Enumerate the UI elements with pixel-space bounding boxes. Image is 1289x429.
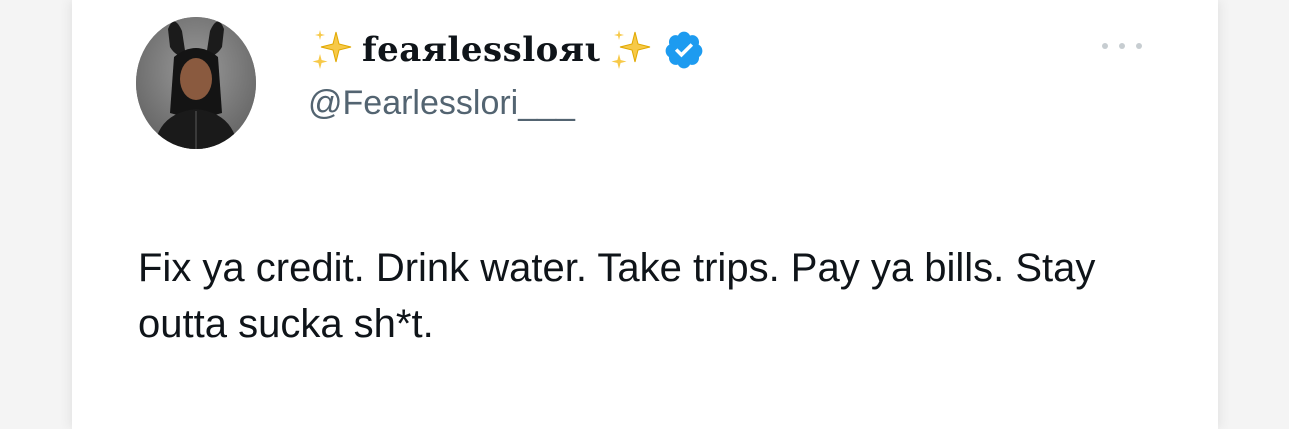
avatar[interactable] [136, 17, 256, 149]
tweet-text: Fix ya credit. Drink water. Take trips. … [138, 246, 1096, 346]
display-name[interactable]: feaяlessloяι [362, 30, 601, 70]
name-row: feaяlessloяι [308, 24, 705, 76]
sparkles-icon [611, 30, 651, 69]
profile-photo-icon [136, 17, 256, 149]
dot-icon [1102, 43, 1108, 49]
user-handle[interactable]: @Fearlesslori___ [308, 84, 575, 123]
verified-badge-icon[interactable] [663, 29, 705, 71]
more-options-icon[interactable] [1102, 36, 1142, 56]
dot-icon [1136, 43, 1142, 49]
tweet-card[interactable]: feaяlessloяι @Fearlesslori___ Fix ya cre… [72, 0, 1218, 429]
page-background: feaяlessloяι @Fearlesslori___ Fix ya cre… [0, 0, 1289, 429]
dot-icon [1119, 43, 1125, 49]
sparkles-icon [312, 30, 352, 69]
